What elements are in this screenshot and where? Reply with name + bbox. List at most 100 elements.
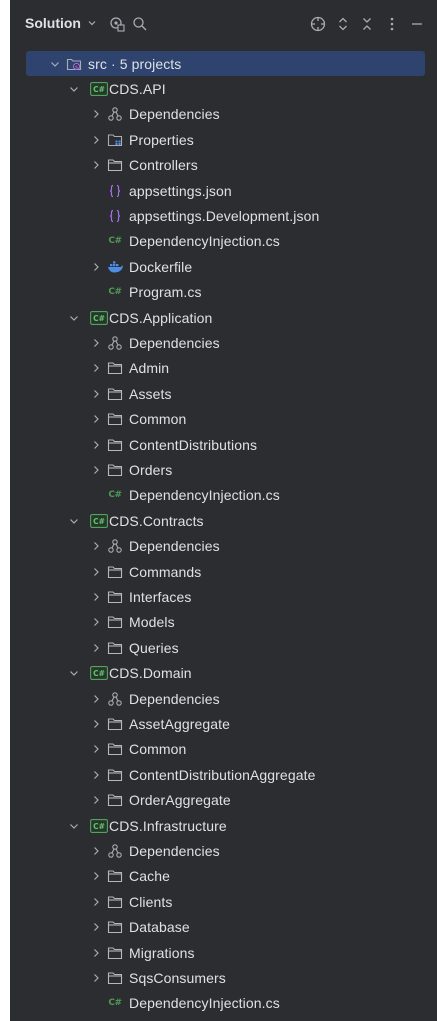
tree-node-label: Dependencies [129, 106, 220, 123]
tree-node-properties[interactable]: Properties [10, 127, 437, 152]
chevron-right-icon[interactable] [90, 540, 102, 552]
chevron-right-icon[interactable] [90, 439, 102, 451]
tree-node-folder[interactable]: Controllers [10, 153, 437, 178]
tree-node-json[interactable]: appsettings.json [10, 178, 437, 203]
tree-node-label: Dependencies [129, 538, 220, 555]
tree-node-cs[interactable]: C# DependencyInjection.cs [10, 229, 437, 254]
chevron-right-icon[interactable] [90, 896, 102, 908]
tree-node-folder[interactable]: Common [10, 407, 437, 432]
collapse-all-icon[interactable] [357, 14, 377, 34]
chevron-down-icon[interactable] [68, 820, 80, 832]
dependencies-icon [107, 335, 123, 351]
csharp-file-icon: C# [108, 287, 122, 298]
tree-node-solution-folder[interactable]: s src · 5 projects [26, 51, 425, 76]
tree-node-folder[interactable]: Database [10, 915, 437, 940]
chevron-down-icon[interactable] [49, 58, 61, 70]
tree-node-label: Migrations [129, 944, 195, 961]
chevron-right-icon[interactable] [90, 159, 102, 171]
tree-node-cs[interactable]: C# DependencyInjection.cs [10, 991, 437, 1016]
tree-node-folder[interactable]: AssetAggregate [10, 711, 437, 736]
tree-node-dependencies[interactable]: Dependencies [10, 330, 437, 355]
chevron-right-icon[interactable] [90, 464, 102, 476]
chevron-right-icon[interactable] [90, 566, 102, 578]
tree-node-project[interactable]: C# CDS.Application [10, 305, 437, 330]
tree-node-label: Clients [129, 893, 173, 910]
tree-node-folder[interactable]: Clients [10, 889, 437, 914]
chevron-right-icon[interactable] [90, 794, 102, 806]
tree-node-project[interactable]: C# CDS.API [10, 76, 437, 101]
tree-node-label: ContentDistributionAggregate [129, 766, 316, 783]
chevron-right-icon[interactable] [90, 108, 102, 120]
chevron-right-icon[interactable] [90, 743, 102, 755]
select-opened-file-icon[interactable] [308, 14, 328, 34]
chevron-right-icon[interactable] [90, 947, 102, 959]
chevron-right-icon[interactable] [90, 261, 102, 273]
chevron-down-icon[interactable] [68, 667, 80, 679]
tree-node-label: SqsConsumers [129, 969, 226, 986]
tree-node-project[interactable]: C# CDS.Contracts [10, 508, 437, 533]
chevron-down-icon [87, 18, 97, 28]
more-options-icon[interactable] [382, 14, 402, 34]
chevron-down-icon[interactable] [68, 515, 80, 527]
chevron-right-icon[interactable] [90, 845, 102, 857]
tree-node-json[interactable]: appsettings.Development.json [10, 203, 437, 228]
chevron-down-icon[interactable] [68, 83, 80, 95]
tree-node-folder[interactable]: OrderAggregate [10, 788, 437, 813]
tree-node-dependencies[interactable]: Dependencies [10, 686, 437, 711]
chevron-right-icon[interactable] [90, 337, 102, 349]
tree-node-project[interactable]: C# CDS.Domain [10, 661, 437, 686]
view-selector-dropdown[interactable]: Solution [25, 15, 97, 31]
chevron-right-icon[interactable] [90, 921, 102, 933]
tree-node-folder[interactable]: Commands [10, 559, 437, 584]
chevron-right-icon[interactable] [90, 413, 102, 425]
csharp-file-icon: C# [108, 236, 122, 247]
tree-node-dependencies[interactable]: Dependencies [10, 838, 437, 863]
tree-node-project[interactable]: C# CDS.Infrastructure [10, 813, 437, 838]
solution-view-options-icon[interactable] [107, 14, 127, 34]
json-file-icon [107, 208, 123, 224]
json-file-icon [107, 183, 123, 199]
tree-node-label: DependencyInjection.cs [129, 233, 280, 250]
chevron-right-icon[interactable] [90, 134, 102, 146]
tree-node-cs[interactable]: C# DependencyInjection.cs [10, 483, 437, 508]
folder-icon [107, 386, 123, 402]
chevron-right-icon[interactable] [90, 870, 102, 882]
tree-node-folder[interactable]: Assets [10, 381, 437, 406]
chevron-right-icon[interactable] [90, 388, 102, 400]
tree-node-docker[interactable]: Dockerfile [10, 254, 437, 279]
tree-node-folder[interactable]: Queries [10, 635, 437, 660]
tree-node-folder[interactable]: Admin [10, 356, 437, 381]
dependencies-icon [107, 691, 123, 707]
tree-node-dependencies[interactable]: Dependencies [10, 534, 437, 559]
csharp-file-icon: C# [108, 490, 122, 501]
tree-node-dependencies[interactable]: Dependencies [10, 102, 437, 127]
tree-node-folder[interactable]: Common [10, 737, 437, 762]
tree-node-cs[interactable]: C# Program.cs [10, 280, 437, 305]
search-icon[interactable] [130, 14, 150, 34]
chevron-right-icon[interactable] [90, 616, 102, 628]
chevron-right-icon[interactable] [90, 769, 102, 781]
tree-node-folder[interactable]: Models [10, 610, 437, 635]
chevron-down-icon[interactable] [68, 312, 80, 324]
tree-node-folder[interactable]: Cache [10, 864, 437, 889]
expand-all-icon[interactable] [333, 14, 353, 34]
chevron-right-icon[interactable] [90, 362, 102, 374]
tree-node-folder[interactable]: ContentDistributionAggregate [10, 762, 437, 787]
chevron-right-icon[interactable] [90, 693, 102, 705]
tree-node-folder[interactable]: ContentDistributions [10, 432, 437, 457]
tree-node-folder[interactable]: Migrations [10, 940, 437, 965]
csharp-project-icon: C# [90, 310, 108, 326]
folder-icon [107, 437, 123, 453]
tree-node-folder[interactable]: Orders [10, 457, 437, 482]
tree-node-label: Orders [129, 461, 173, 478]
tree-node-folder[interactable]: SqsConsumers [10, 965, 437, 990]
svg-text:C#: C# [93, 314, 105, 323]
svg-text:C#: C# [93, 822, 105, 831]
tree-node-label: Cache [129, 868, 170, 885]
chevron-right-icon[interactable] [90, 972, 102, 984]
tree-node-folder[interactable]: Interfaces [10, 584, 437, 609]
chevron-right-icon[interactable] [90, 642, 102, 654]
chevron-right-icon[interactable] [90, 591, 102, 603]
chevron-right-icon[interactable] [90, 718, 102, 730]
hide-panel-icon[interactable] [407, 14, 427, 34]
